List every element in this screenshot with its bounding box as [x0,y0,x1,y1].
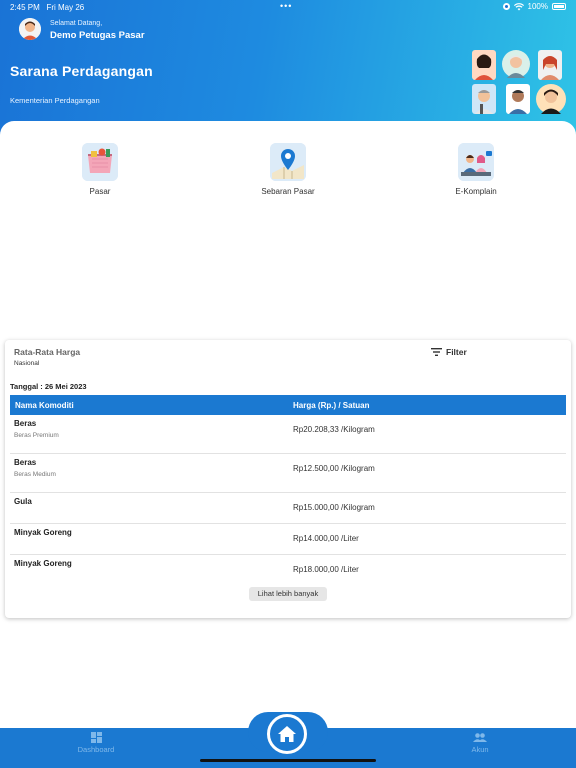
column-header-commodity: Nama Komoditi [15,401,74,410]
commodity-price: Rp18.000,00 /Liter [293,565,359,574]
market-basket-icon [82,143,118,181]
menu-item-pasar[interactable]: Pasar [60,143,140,196]
greeting-text: Selamat Datang, [50,20,103,27]
home-indicator[interactable] [200,759,376,762]
location-icon [502,3,510,10]
avatar[interactable] [19,18,41,40]
menu-label-pasar: Pasar [89,187,111,196]
table-row[interactable]: Gula Rp15.000,00 /Kilogram [10,493,566,524]
commodity-name: Gula [14,497,32,506]
nav-dashboard-label: Dashboard [77,745,115,754]
commodity-variant: Beras Premium [14,432,59,439]
table-row[interactable]: Beras Beras Premium Rp20.208,33 /Kilogra… [10,415,566,454]
see-more-button[interactable]: Lihat lebih banyak [249,587,327,601]
commodity-name: Beras [14,419,37,428]
commodity-name: Beras [14,458,37,467]
nav-account-label: Akun [471,745,489,754]
card-title: Rata-Rata Harga [14,347,81,357]
commodity-variant: Beras Medium [14,471,56,478]
menu-label-e-komplain: E-Komplain [455,187,497,196]
battery-percent: 100% [527,2,548,11]
column-header-price: Harga (Rp.) / Satuan [293,401,370,410]
commodity-price: Rp15.000,00 /Kilogram [293,503,375,512]
map-pin-icon [270,143,306,181]
complaint-desk-icon [458,143,494,181]
people-illustration [468,48,568,116]
status-indicators: 100% [502,2,566,11]
commodity-name: Minyak Goreng [14,559,72,568]
page-title: Sarana Perdagangan [10,63,153,79]
table-row[interactable]: Beras Beras Medium Rp12.500,00 /Kilogram [10,454,566,493]
table-row[interactable]: Minyak Goreng Rp18.000,00 /Liter [10,555,566,583]
home-button[interactable] [267,714,307,754]
menu-label-sebaran-pasar: Sebaran Pasar [261,187,315,196]
nav-dashboard[interactable]: Dashboard [56,730,136,754]
filter-button[interactable]: Filter [431,347,467,357]
menu-item-e-komplain[interactable]: E-Komplain [436,143,516,196]
status-time: 2:45 PM Fri May 26 [10,3,85,12]
user-name: Demo Petugas Pasar [50,30,145,41]
commodity-price: Rp14.000,00 /Liter [293,534,359,543]
people-icon [473,732,487,742]
filter-icon [431,348,442,356]
nav-account[interactable]: Akun [440,730,520,754]
date-label: Tanggal : 26 Mei 2023 [10,382,87,391]
card-subtitle: Nasional [14,360,40,367]
home-icon [278,726,296,742]
filter-label: Filter [446,347,467,357]
dashboard-icon [90,731,102,743]
battery-icon [552,3,566,10]
page-subtitle: Kementerian Perdagangan [10,96,100,105]
menu-item-sebaran-pasar[interactable]: Sebaran Pasar [248,143,328,196]
wifi-icon [513,2,524,10]
commodity-price: Rp20.208,33 /Kilogram [293,425,375,434]
table-row[interactable]: Minyak Goreng Rp14.000,00 /Liter [10,524,566,555]
price-card: Rata-Rata Harga Nasional Filter Tanggal … [5,340,571,618]
commodity-name: Minyak Goreng [14,528,72,537]
table-header: Nama Komoditi Harga (Rp.) / Satuan [10,395,566,415]
multitask-dots[interactable]: ••• [280,1,292,11]
status-bar: 2:45 PM Fri May 26 ••• 100% [0,0,576,14]
commodity-price: Rp12.500,00 /Kilogram [293,464,375,473]
